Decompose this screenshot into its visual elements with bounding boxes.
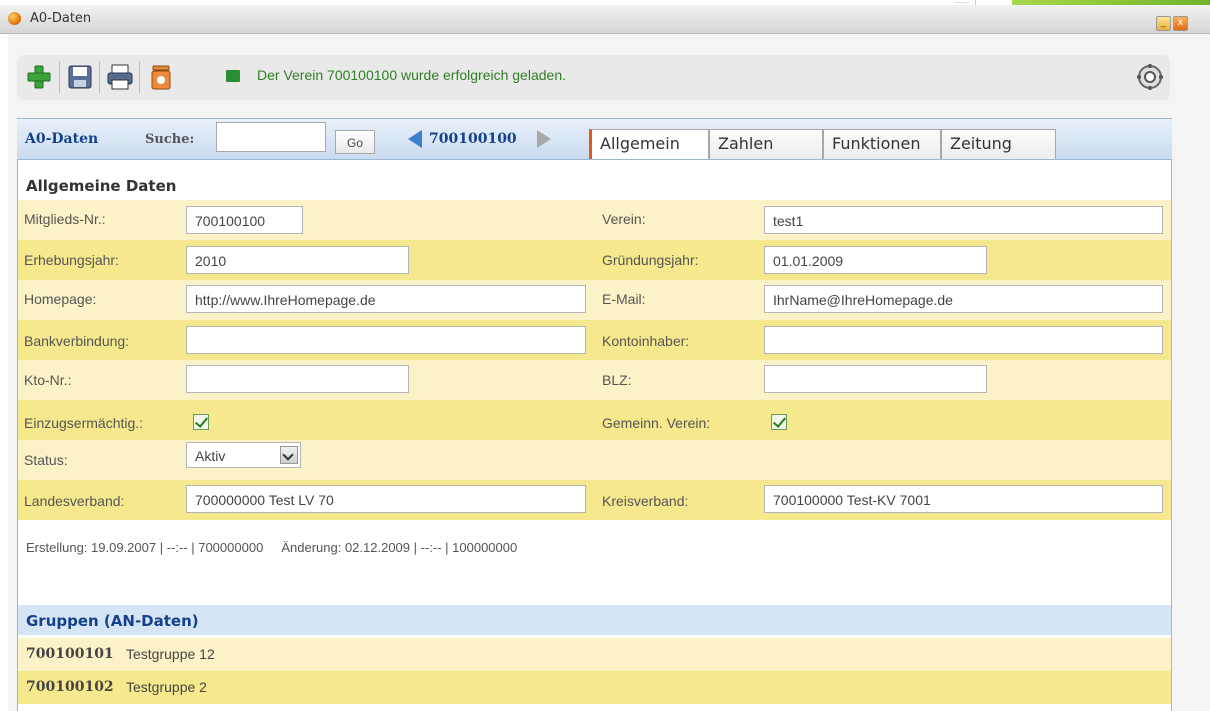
toolbar-separator [99, 61, 100, 93]
mitglieds-nr-label: Mitglieds-Nr.: [24, 211, 106, 227]
app-logo-icon [8, 12, 21, 25]
status-label: Status: [24, 452, 68, 468]
close-button[interactable]: x [1173, 16, 1188, 31]
verein-field[interactable]: test1 [764, 206, 1163, 234]
kontoinhaber-field[interactable] [764, 326, 1163, 354]
einzug-checkbox[interactable] [193, 414, 209, 430]
go-button[interactable]: Go [335, 130, 375, 154]
blz-field[interactable] [764, 365, 987, 393]
group-name: Testgruppe 12 [126, 646, 215, 662]
landesverband-label: Landesverband: [24, 493, 125, 509]
tab-funktionen[interactable]: Funktionen [823, 129, 941, 159]
list-item[interactable]: 700100101 Testgruppe 12 [18, 638, 1171, 671]
form-row: Erhebungsjahr: 2010 Gründungsjahr: 01.01… [18, 240, 1171, 280]
form-row: Einzugsermächtig.: Gemeinn. Verein: [18, 400, 1171, 440]
bankverbindung-field[interactable] [186, 326, 586, 354]
search-input[interactable] [216, 122, 326, 152]
email-field[interactable]: IhrName@IhreHomepage.de [764, 285, 1163, 313]
previous-record-icon[interactable] [408, 130, 422, 148]
status-flag-icon [226, 70, 240, 82]
panel-header: A0-Daten Suche: Go 700100100 Allgemein Z… [17, 118, 1172, 160]
tab-zeitung[interactable]: Zeitung [941, 129, 1056, 159]
group-name: Testgruppe 2 [126, 679, 207, 695]
toolbar-separator [139, 61, 140, 93]
tab-allgemein[interactable]: Allgemein [589, 129, 709, 159]
form-row: Mitglieds-Nr.: 700100100 Verein: test1 [18, 200, 1171, 240]
email-label: E-Mail: [602, 291, 646, 307]
section-title: Allgemeine Daten [26, 177, 177, 195]
form-row: Bankverbindung: Kontoinhaber: [18, 320, 1171, 360]
desktop-fragment [955, 2, 969, 3]
groups-header: Gruppen (AN-Daten) [18, 605, 1171, 635]
status-message: Der Verein 700100100 wurde erfolgreich g… [257, 67, 566, 83]
homepage-field[interactable]: http://www.IhreHomepage.de [186, 285, 586, 313]
gemeinn-checkbox[interactable] [771, 414, 787, 430]
bankverbindung-label: Bankverbindung: [24, 333, 130, 349]
panel-title: A0-Daten [25, 131, 99, 147]
group-number: 700100101 [26, 646, 114, 662]
add-icon[interactable] [25, 63, 53, 91]
gruendungsjahr-label: Gründungsjahr: [602, 252, 699, 268]
gemeinn-label: Gemeinn. Verein: [602, 415, 711, 431]
window-titlebar[interactable]: A0-Daten _ x [0, 5, 1210, 34]
next-record-icon[interactable] [537, 130, 551, 148]
status-select[interactable]: Aktiv [186, 442, 301, 468]
kreisverband-field[interactable]: 700100000 Test-KV 7001 [764, 485, 1163, 513]
erhebungsjahr-label: Erhebungsjahr: [24, 252, 119, 268]
blz-label: BLZ: [602, 372, 632, 388]
minimize-button[interactable]: _ [1156, 16, 1171, 31]
erhebungsjahr-field[interactable]: 2010 [186, 246, 409, 274]
einzug-label: Einzugsermächtig.: [24, 415, 144, 431]
kto-nr-label: Kto-Nr.: [24, 372, 72, 388]
landesverband-field[interactable]: 700000000 Test LV 70 [186, 485, 586, 513]
kto-nr-field[interactable] [186, 365, 409, 393]
tab-zahlen[interactable]: Zahlen [709, 129, 823, 159]
audit-info: Erstellung: 19.09.2007 | --:-- | 7000000… [26, 540, 518, 555]
groups-title: Gruppen (AN-Daten) [26, 612, 199, 630]
list-item[interactable]: 700100102 Testgruppe 2 [18, 671, 1171, 704]
search-label: Suche: [145, 132, 195, 147]
group-number: 700100102 [26, 679, 114, 695]
form-row: Landesverband: 700000000 Test LV 70 Krei… [18, 480, 1171, 520]
gruendungsjahr-field[interactable]: 01.01.2009 [764, 246, 987, 274]
window-title: A0-Daten [30, 11, 92, 26]
settings-icon[interactable] [1135, 62, 1165, 92]
record-number: 700100100 [429, 131, 517, 147]
form-row: Kto-Nr.: BLZ: [18, 360, 1171, 400]
kontoinhaber-label: Kontoinhaber: [602, 333, 690, 349]
save-icon[interactable] [66, 63, 94, 91]
toolbar-separator [59, 61, 60, 93]
mitglieds-nr-field[interactable]: 700100100 [186, 206, 303, 234]
chevron-down-icon[interactable] [280, 446, 298, 464]
status-select-value: Aktiv [195, 448, 226, 464]
verein-label: Verein: [602, 211, 646, 227]
print-icon[interactable] [106, 63, 134, 91]
delete-icon[interactable] [147, 63, 175, 91]
form-row: Homepage: http://www.IhreHomepage.de E-M… [18, 280, 1171, 320]
toolbar: Der Verein 700100100 wurde erfolgreich g… [17, 55, 1170, 100]
kreisverband-label: Kreisverband: [602, 493, 689, 509]
homepage-label: Homepage: [24, 291, 97, 307]
